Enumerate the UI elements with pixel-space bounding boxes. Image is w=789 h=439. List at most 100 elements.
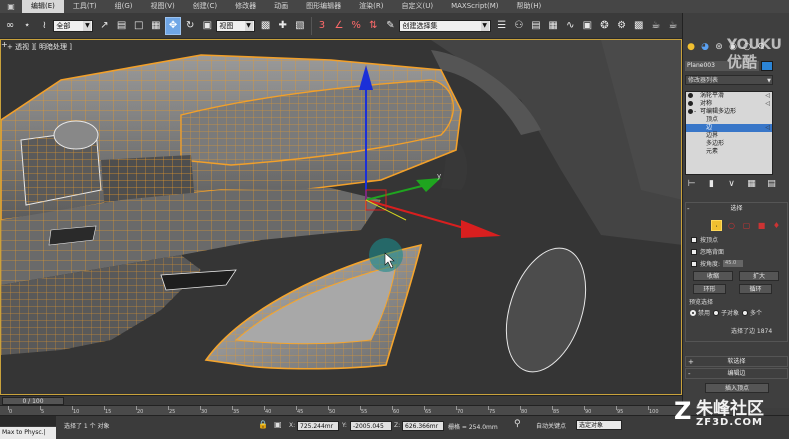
modifier-stack-item[interactable]: - 可编辑多边形	[686, 108, 772, 116]
polygon-level-icon[interactable]: ■	[756, 220, 767, 231]
menu-item[interactable]: 视图(V)	[142, 0, 184, 13]
modifier-stack-item[interactable]: 多边形	[686, 140, 772, 148]
snap-3d-icon[interactable]: 3	[314, 17, 330, 35]
modifier-list-select[interactable]: 修改器列表 ▼	[685, 75, 773, 85]
key-mode-select[interactable]: 选定对象	[576, 420, 622, 430]
modifier-stack-item[interactable]: 顶点	[686, 116, 772, 124]
scale-icon[interactable]: ▣	[199, 17, 215, 35]
unlink-icon[interactable]: ⋆	[19, 17, 35, 35]
y-axis-line[interactable]	[365, 184, 427, 201]
layer-manager-icon[interactable]: ▤	[528, 17, 544, 35]
edit-named-selection-icon[interactable]: ✎	[382, 17, 398, 35]
ring-button[interactable]: 环形	[693, 284, 726, 294]
y-coord-field[interactable]: -2005.045	[350, 421, 392, 431]
absolute-mode-icon[interactable]: ▣	[274, 420, 282, 429]
selection-filter-select[interactable]: 全部 ▼	[53, 19, 94, 32]
make-unique-icon[interactable]: ∨	[725, 178, 738, 190]
angle-spinner[interactable]: 45.0	[723, 260, 744, 267]
radio-multi[interactable]	[742, 309, 749, 316]
maxscript-mini-listener[interactable]: Max to Physc.|	[0, 427, 56, 439]
menu-item[interactable]: 工具(T)	[64, 0, 106, 13]
schematic-view-icon[interactable]: ▣	[579, 17, 595, 35]
reference-coordinate-select[interactable]: 视图 ▼	[216, 19, 255, 32]
keyboard-shortcut-icon[interactable]: ▧	[292, 17, 308, 35]
hierarchy-tab-icon[interactable]: ⊛	[713, 41, 725, 53]
rendered-frame-icon[interactable]: ▩	[631, 17, 647, 35]
y-axis-arrow[interactable]	[416, 178, 441, 192]
app-logo-icon[interactable]: ▣	[0, 0, 22, 13]
border-level-icon[interactable]: ▢	[741, 220, 752, 231]
auto-key-label[interactable]: 自动关键点	[536, 421, 566, 430]
modifier-toggle-icon[interactable]: ◁	[765, 124, 770, 132]
shrink-button[interactable]: 收缩	[693, 271, 733, 281]
rect-region-icon[interactable]: □	[131, 17, 147, 35]
menu-item[interactable]: 自定义(U)	[392, 0, 442, 13]
angle-snap-icon[interactable]: ∠	[331, 17, 347, 35]
grow-button[interactable]: 扩大	[739, 271, 779, 281]
menu-item[interactable]: 帮助(H)	[508, 0, 551, 13]
menu-item[interactable]: 修改器	[226, 0, 265, 13]
lightbulb-icon[interactable]	[688, 109, 693, 114]
expand-icon[interactable]: -	[694, 108, 696, 116]
insert-vertex-button[interactable]: 插入顶点	[705, 383, 769, 393]
element-level-icon[interactable]: ♦	[771, 220, 782, 231]
menu-item[interactable]: 组(G)	[106, 0, 142, 13]
perspective-viewport[interactable]: + + 透视 ][ 明暗处理 ] y	[0, 39, 682, 395]
by-vertex-checkbox[interactable]: 按顶点	[691, 235, 718, 244]
modifier-stack[interactable]: 涡轮平滑 ◁ 对称 ◁ - 可编辑多边形 顶点边 ◁ 边界 多边形 元素	[685, 91, 773, 175]
render-production-icon[interactable]: ☕	[665, 17, 681, 35]
menu-item[interactable]: 创建(C)	[184, 0, 226, 13]
select-by-name-icon[interactable]: ▤	[114, 17, 130, 35]
viewport-label[interactable]: + 透视 ][ 明暗处理 ]	[7, 42, 72, 52]
x-coord-field[interactable]: 725.244mr	[297, 421, 339, 431]
align-icon[interactable]: ⚇	[511, 17, 527, 35]
percent-snap-icon[interactable]: %	[348, 17, 364, 35]
edit-edges-rollout-title[interactable]: - 编辑边	[685, 368, 788, 379]
link-icon[interactable]: ∞	[2, 17, 18, 35]
select-icon[interactable]: ↗	[96, 17, 112, 35]
menu-item[interactable]: MAXScript(M)	[442, 0, 507, 13]
modifier-stack-item[interactable]: 边界	[686, 132, 772, 140]
mirror-icon[interactable]: ☰	[494, 17, 510, 35]
modifier-stack-item[interactable]: 元素	[686, 148, 772, 156]
menu-item[interactable]: 动画	[265, 0, 297, 13]
vertex-level-icon[interactable]: ⋅	[711, 219, 722, 231]
menu-item[interactable]: 图形编辑器	[297, 0, 350, 13]
modifier-stack-item[interactable]: 边 ◁	[686, 124, 772, 132]
modifier-toggle-icon[interactable]: ◁	[765, 100, 770, 108]
window-crossing-icon[interactable]: ▦	[148, 17, 164, 35]
x-axis-line[interactable]	[365, 199, 472, 231]
modifier-stack-item[interactable]: 涡轮平滑 ◁	[686, 92, 772, 100]
soft-selection-rollout-title[interactable]: + 软选择	[685, 356, 788, 367]
ignore-backface-checkbox[interactable]: 忽略背面	[691, 247, 724, 256]
bind-icon[interactable]: ≀	[36, 17, 52, 35]
remove-modifier-icon[interactable]: ▦	[745, 178, 758, 190]
move-icon[interactable]: ✥	[164, 16, 182, 35]
modify-tab-icon[interactable]: ◕	[699, 41, 711, 53]
show-end-result-icon[interactable]: ▮	[705, 178, 718, 190]
edge-level-icon[interactable]: ○	[726, 220, 737, 231]
configure-sets-icon[interactable]: ▤	[765, 178, 778, 190]
named-selection-select[interactable]: 创建选择集 ▼	[399, 19, 491, 32]
material-editor-icon[interactable]: ❂	[596, 17, 612, 35]
track-bar[interactable]: 0 5 10 15 20 25 30 35 40 45 50 55 60 65 70 75 80 85 90 95 10…	[0, 405, 682, 415]
pin-stack-icon[interactable]: ⊢	[685, 178, 698, 190]
key-icon[interactable]: ⚲	[514, 419, 521, 429]
x-axis-arrow[interactable]	[461, 220, 501, 238]
z-coord-field[interactable]: 626.366mr	[402, 421, 444, 431]
create-tab-icon[interactable]: ●	[685, 41, 697, 53]
menu-item[interactable]: 渲染(R)	[350, 0, 392, 13]
pivot-center-icon[interactable]: ▩	[258, 17, 274, 35]
modifier-toggle-icon[interactable]: ◁	[765, 92, 770, 100]
lightbulb-icon[interactable]	[688, 93, 693, 98]
curve-editor-icon[interactable]: ∿	[562, 17, 578, 35]
loop-button[interactable]: 循环	[739, 284, 772, 294]
graphite-toolbar-icon[interactable]: ▦	[545, 17, 561, 35]
render-teapot-icon[interactable]: ☕	[648, 17, 664, 35]
render-setup-icon[interactable]: ⚙	[614, 17, 630, 35]
modifier-stack-item[interactable]: 对称 ◁	[686, 100, 772, 108]
selection-rollout-title[interactable]: - 选择	[685, 204, 788, 214]
menu-item[interactable]: 编辑(E)	[22, 0, 64, 13]
lightbulb-icon[interactable]	[688, 101, 693, 106]
radio-disable[interactable]	[690, 309, 696, 316]
